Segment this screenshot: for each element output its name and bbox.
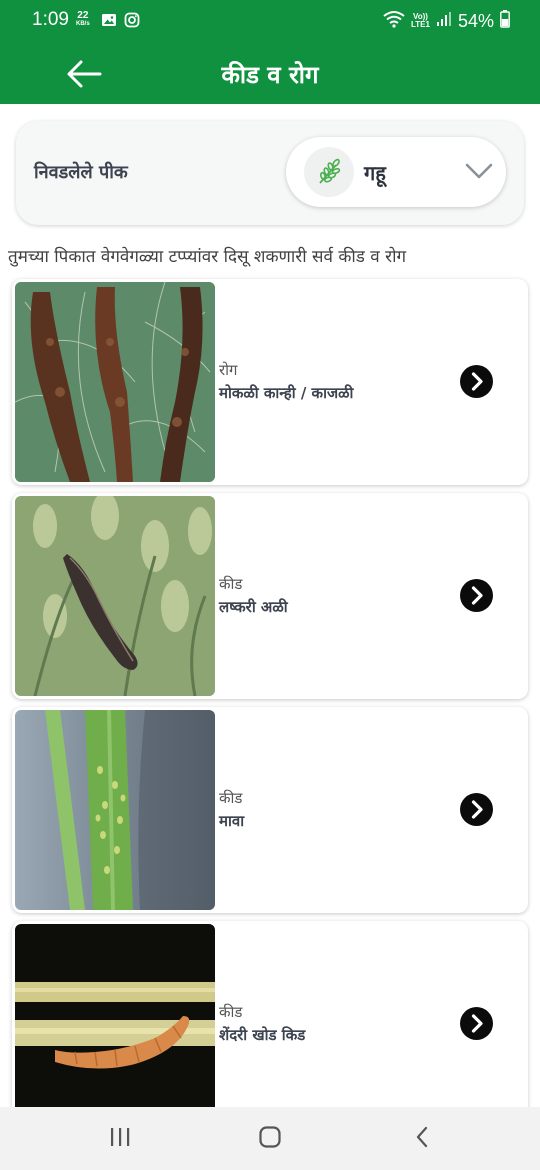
item-type: कीड [219,1003,243,1021]
status-bar: 1:09 22 KB/s Vo)) LTE1 54% [0,0,540,44]
item-name: शेंदरी खोड किड [219,1026,306,1044]
app-bar: कीड व रोग [0,44,540,104]
pest-disease-list: रोग मोकळी कान्ही / काजळी कीड लष्करी अळी … [12,279,528,1135]
list-item[interactable]: रोग मोकळी कान्ही / काजळी [12,279,528,485]
item-name: मावा [219,812,245,830]
arrow-right-icon[interactable] [460,365,493,398]
page-title: कीड व रोग [221,61,319,89]
system-nav-bar [0,1107,540,1170]
home-button[interactable] [250,1123,290,1155]
arrow-right-icon[interactable] [460,793,493,826]
crop-dropdown[interactable]: गहू [286,137,506,207]
loose-smut-image [15,282,215,482]
lte-bottom: LTE1 [411,20,430,29]
list-item[interactable]: कीड शेंदरी खोड किड [12,921,528,1127]
aphid-image [15,710,215,910]
armyworm-image [15,496,215,696]
selected-crop: गहू [364,161,386,185]
instagram-icon [124,12,140,32]
pink-stem-borer-image [15,924,215,1124]
chevron-down-icon [464,159,494,187]
recent-apps-button[interactable] [100,1123,140,1155]
arrow-right-icon[interactable] [460,579,493,612]
battery-percent: 54% [457,10,494,31]
status-right: Vo)) LTE1 54% [383,9,510,33]
crop-selector-label: निवडलेले पीक [34,162,128,183]
item-type: कीड [219,575,243,593]
gallery-icon [101,12,117,32]
recent-apps-icon [108,1126,132,1152]
list-item[interactable]: कीड मावा [12,707,528,913]
home-icon [258,1125,282,1153]
network-speed: 22 KB/s [76,11,90,29]
list-item[interactable]: कीड लष्करी अळी [12,493,528,699]
item-name: मोकळी कान्ही / काजळी [219,384,354,402]
item-type: कीड [219,789,243,807]
system-back-button[interactable] [402,1123,442,1155]
item-type: रोग [219,361,238,379]
wheat-icon [304,147,354,197]
status-time: 1:09 [32,9,69,30]
network-speed-unit: KB/s [76,21,90,27]
item-name: लष्करी अळी [219,598,288,616]
wifi-icon [383,10,405,32]
signal-icon [436,11,452,31]
chevron-left-icon [412,1125,432,1153]
lte-indicator: Vo)) LTE1 [411,13,430,29]
battery-icon [500,10,510,32]
intro-text: तुमच्या पिकात वेगवेगळ्या टप्प्यांवर दिसू… [8,247,407,267]
crop-selector-card: निवडलेले पीक गहू [16,121,524,225]
arrow-right-icon[interactable] [460,1007,493,1040]
